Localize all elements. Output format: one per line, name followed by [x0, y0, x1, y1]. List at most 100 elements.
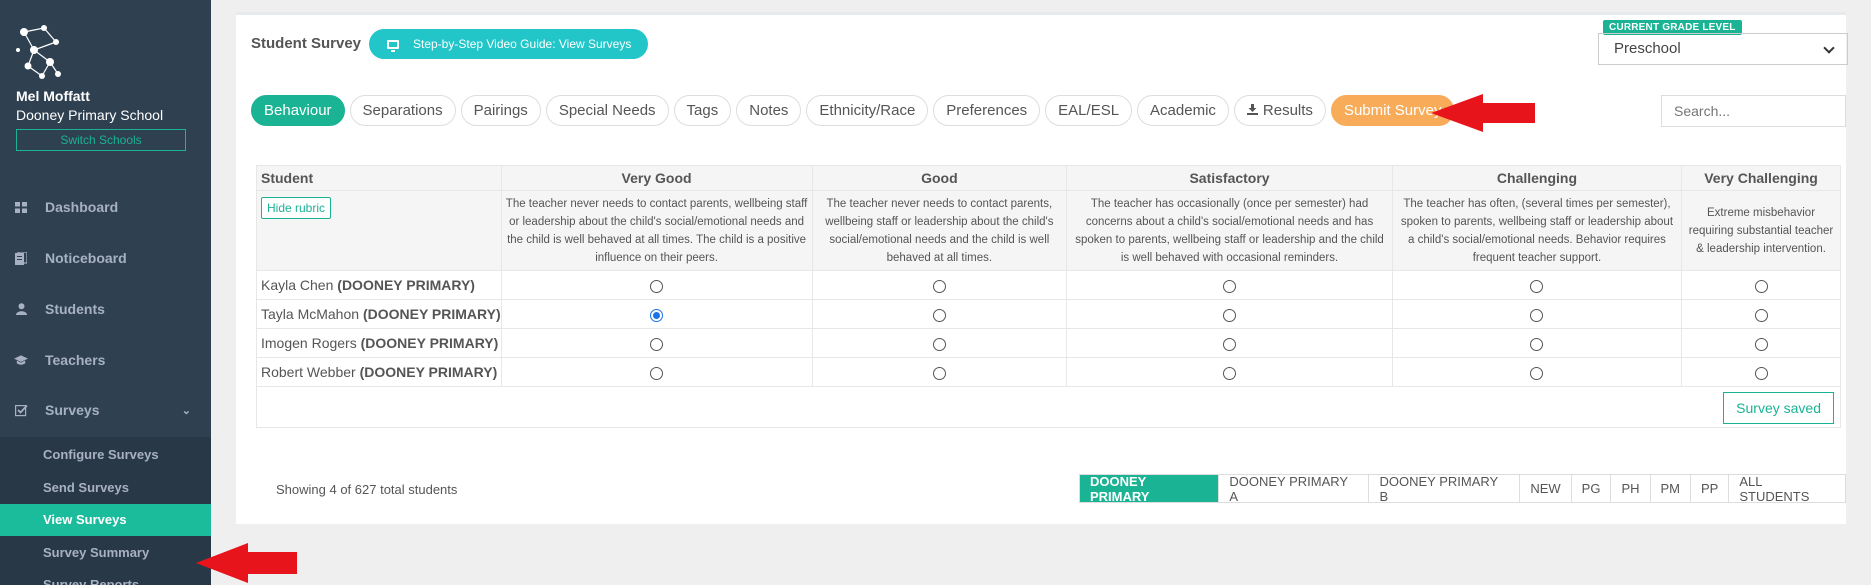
- table-row: Tayla McMahon (DOONEY PRIMARY): [256, 299, 1841, 329]
- grade-level-value: Preschool: [1614, 40, 1681, 57]
- filter-new[interactable]: NEW: [1519, 475, 1571, 502]
- column-header: Very Good: [500, 165, 813, 191]
- nav-label: Teachers: [45, 352, 106, 368]
- column-header: Satisfactory: [1066, 165, 1393, 191]
- rating-radio[interactable]: [1530, 366, 1544, 380]
- subnav-view-surveys[interactable]: View Surveys: [0, 504, 211, 536]
- rubric-text: The teacher has occasionally (once per s…: [1066, 190, 1393, 271]
- school-name: Dooney Primary School: [16, 107, 164, 123]
- filter-dooney-primary-b[interactable]: DOONEY PRIMARY B: [1368, 474, 1520, 504]
- column-header: Very Challenging: [1681, 165, 1841, 191]
- video-guide-label: Step-by-Step Video Guide: View Surveys: [413, 37, 632, 51]
- tab-eal-esl[interactable]: EAL/ESL: [1045, 95, 1133, 126]
- rubric-text: The teacher never needs to contact paren…: [811, 190, 1068, 271]
- subnav-survey-summary[interactable]: Survey Summary: [0, 537, 211, 569]
- tab-special-needs[interactable]: Special Needs: [545, 95, 669, 126]
- student-name-cell: Tayla McMahon (DOONEY PRIMARY): [256, 299, 502, 329]
- student-name-cell: Kayla Chen (DOONEY PRIMARY): [256, 270, 502, 300]
- rating-radio[interactable]: [1223, 337, 1237, 351]
- filter-pg[interactable]: PG: [1570, 475, 1611, 502]
- rating-radio[interactable]: [1530, 337, 1544, 351]
- rating-radio[interactable]: [650, 308, 664, 322]
- table-row: Robert Webber (DOONEY PRIMARY): [256, 357, 1841, 387]
- tab-academic[interactable]: Academic: [1137, 95, 1229, 126]
- nav-students[interactable]: Students: [0, 289, 211, 329]
- tab-pairings[interactable]: Pairings: [460, 95, 541, 126]
- hide-rubric-button[interactable]: Hide rubric: [261, 197, 332, 219]
- student-name: Imogen Rogers: [261, 335, 357, 351]
- tab-notes[interactable]: Notes: [736, 95, 802, 126]
- filter-dooney-primary-a[interactable]: DOONEY PRIMARY A: [1218, 474, 1369, 504]
- sidebar: Mel Moffatt Dooney Primary School Switch…: [0, 0, 211, 585]
- rating-radio[interactable]: [1754, 308, 1768, 322]
- tab-results[interactable]: Results: [1233, 95, 1326, 126]
- search-input[interactable]: [1661, 95, 1846, 127]
- rubric-text: Extreme misbehavior requiring substantia…: [1681, 190, 1841, 271]
- survey-panel: Student Survey Step-by-Step Video Guide:…: [236, 12, 1848, 524]
- filter-pm[interactable]: PM: [1649, 475, 1691, 502]
- rating-radio[interactable]: [1530, 279, 1544, 293]
- nav-surveys[interactable]: Surveys ⌄: [0, 390, 211, 430]
- subnav-send-surveys[interactable]: Send Surveys: [0, 472, 211, 504]
- checkbox-icon: [14, 403, 28, 417]
- tab-tags[interactable]: Tags: [673, 95, 732, 126]
- nav-teachers[interactable]: Teachers: [0, 340, 211, 380]
- rating-radio[interactable]: [1223, 308, 1237, 322]
- rating-radio[interactable]: [932, 366, 946, 380]
- rating-radio[interactable]: [650, 279, 664, 293]
- filter-ph[interactable]: PH: [1610, 475, 1650, 502]
- survey-tabs: Behaviour Separations Pairings Special N…: [251, 95, 1455, 126]
- school-logo: [16, 25, 61, 79]
- rating-radio[interactable]: [650, 366, 664, 380]
- chevron-down-icon: [1823, 42, 1835, 54]
- student-name: Robert Webber: [261, 364, 356, 380]
- switch-schools-button[interactable]: Switch Schools: [16, 129, 186, 151]
- rating-radio[interactable]: [932, 279, 946, 293]
- page-title: Student Survey: [251, 35, 362, 52]
- student-school: (DOONEY PRIMARY): [359, 364, 498, 380]
- survey-saved-button[interactable]: Survey saved: [1723, 392, 1834, 424]
- rubric-text: The teacher has often, (several times pe…: [1391, 190, 1683, 271]
- nav-label: Students: [45, 301, 105, 317]
- grade-level-select[interactable]: Preschool: [1598, 33, 1848, 65]
- filter-pp[interactable]: PP: [1690, 475, 1729, 502]
- table-row: Kayla Chen (DOONEY PRIMARY): [256, 270, 1841, 300]
- graduation-cap-icon: [14, 353, 28, 367]
- filter-dooney-primary[interactable]: DOONEY PRIMARY: [1080, 474, 1219, 504]
- download-icon: [1246, 103, 1258, 118]
- tab-results-label: Results: [1262, 102, 1313, 119]
- rating-radio[interactable]: [1754, 337, 1768, 351]
- rating-radio[interactable]: [1754, 366, 1768, 380]
- dashboard-icon: [14, 200, 28, 214]
- rating-radio[interactable]: [1530, 308, 1544, 322]
- rating-radio[interactable]: [1223, 279, 1237, 293]
- student-name-cell: Imogen Rogers (DOONEY PRIMARY): [256, 328, 502, 358]
- nav-dashboard[interactable]: Dashboard: [0, 187, 211, 227]
- school-filter-group: DOONEY PRIMARY DOONEY PRIMARY A DOONEY P…: [1079, 474, 1846, 504]
- filter-all-students[interactable]: ALL STUDENTS: [1728, 474, 1845, 504]
- annotation-arrow-sidebar: [196, 543, 300, 583]
- rating-radio[interactable]: [932, 337, 946, 351]
- rubric-text: The teacher never needs to contact paren…: [500, 190, 813, 271]
- nav-label: Dashboard: [45, 199, 119, 215]
- video-guide-button[interactable]: Step-by-Step Video Guide: View Surveys: [369, 29, 648, 59]
- tab-ethnicity-race[interactable]: Ethnicity/Race: [806, 95, 929, 126]
- table-row: Imogen Rogers (DOONEY PRIMARY): [256, 328, 1841, 358]
- saved-row: Survey saved: [256, 386, 1841, 428]
- rating-radio[interactable]: [1754, 279, 1768, 293]
- subnav-survey-reports[interactable]: Survey Reports: [0, 569, 211, 585]
- tab-preferences[interactable]: Preferences: [933, 95, 1041, 126]
- student-name: Tayla McMahon: [261, 306, 360, 322]
- nav-label: Surveys: [45, 402, 100, 418]
- rating-radio[interactable]: [1223, 366, 1237, 380]
- rating-radio[interactable]: [650, 337, 664, 351]
- student-school: (DOONEY PRIMARY): [360, 335, 499, 351]
- user-icon: [14, 302, 28, 316]
- tab-behaviour[interactable]: Behaviour: [251, 95, 345, 126]
- showing-count: Showing 4 of 627 total students: [276, 482, 458, 497]
- subnav-configure-surveys[interactable]: Configure Surveys: [0, 439, 211, 471]
- tab-separations[interactable]: Separations: [349, 95, 456, 126]
- rating-radio[interactable]: [932, 308, 946, 322]
- nav-noticeboard[interactable]: Noticeboard: [0, 238, 211, 278]
- student-school: (DOONEY PRIMARY): [362, 306, 501, 322]
